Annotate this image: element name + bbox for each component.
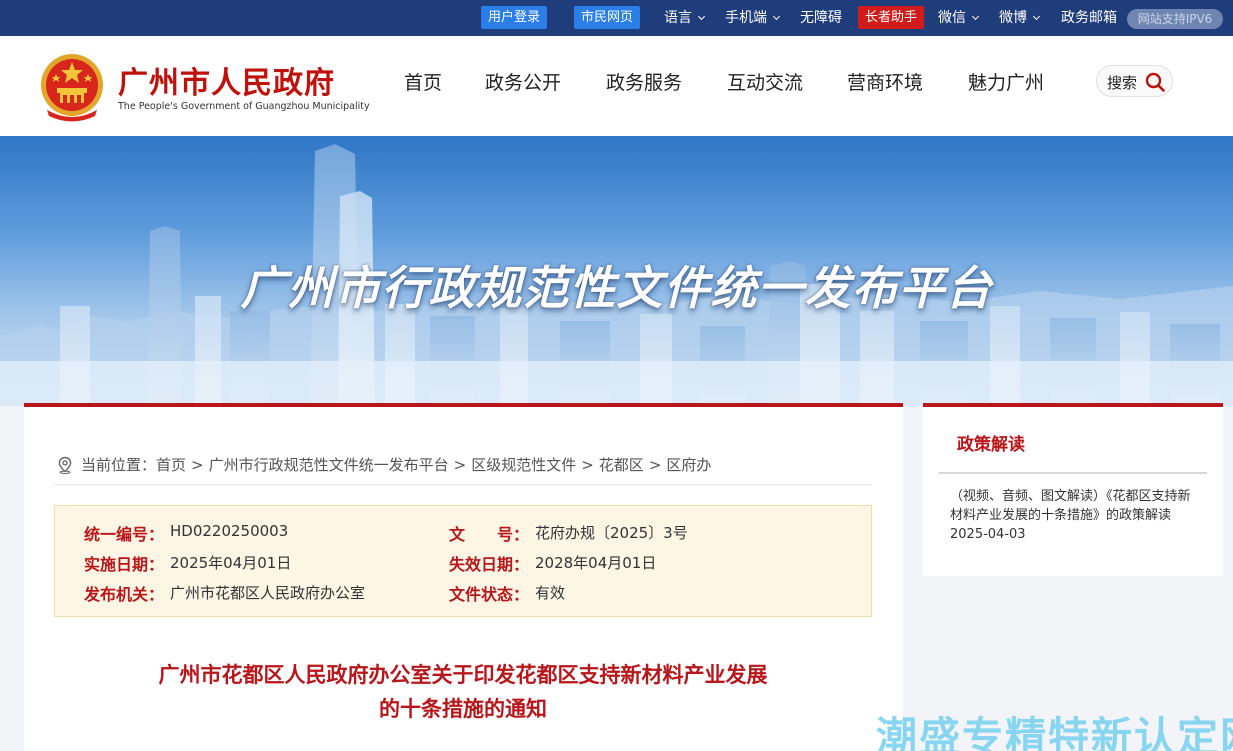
user-login-button[interactable]: 用户登录 bbox=[481, 6, 548, 29]
breadcrumb-divider bbox=[54, 484, 872, 485]
chevron-down-icon bbox=[971, 12, 980, 21]
wechat-label: 微信 bbox=[938, 10, 966, 26]
document-title-line1: 广州市花都区人民政府办公室关于印发花都区支持新材料产业发展 bbox=[158, 663, 768, 687]
meta-label-effective-date: 实施日期： bbox=[84, 555, 165, 574]
site-logo-title[interactable]: 广州市人民政府 bbox=[118, 58, 335, 102]
breadcrumb-item-home[interactable]: 首页 bbox=[156, 456, 186, 474]
meta-value-expiry-date: 2028年04月01日 bbox=[535, 554, 657, 572]
breadcrumb-separator: > bbox=[191, 456, 204, 474]
breadcrumb-prefix: 当前位置： bbox=[81, 456, 157, 474]
site-logo-subtitle: The People's Government of Guangzhou Mun… bbox=[118, 101, 370, 112]
policy-interpretation-link[interactable]: （视频、音频、图文解读）《花都区支持新材料产业发展的十条措施》的政策解读 202… bbox=[950, 487, 1200, 544]
meta-value-status: 有效 bbox=[535, 584, 566, 602]
elder-helper-button[interactable]: 长者助手 bbox=[858, 6, 925, 29]
wechat-menu[interactable]: 微信 bbox=[938, 0, 980, 36]
chevron-down-icon bbox=[1032, 12, 1041, 21]
banner-title: 广州市行政规范性文件统一发布平台 bbox=[240, 261, 993, 315]
breadcrumb-separator: > bbox=[648, 456, 662, 474]
gov-mail-link[interactable]: 政务邮箱 bbox=[1061, 0, 1117, 36]
citizen-page-button[interactable]: 市民网页 bbox=[574, 6, 641, 29]
nav-gov-services[interactable]: 政务服务 bbox=[606, 68, 682, 95]
meta-value-effective-date: 2025年04月01日 bbox=[170, 554, 292, 572]
mobile-label: 手机端 bbox=[725, 10, 767, 26]
meta-label-serial: 统一编号： bbox=[84, 525, 165, 544]
nav-charm-guangzhou[interactable]: 魅力广州 bbox=[968, 68, 1044, 95]
search-button[interactable]: 搜索 bbox=[1096, 65, 1173, 97]
mobile-menu[interactable]: 手机端 bbox=[725, 0, 781, 36]
meta-label-doc-number: 文 号： bbox=[449, 525, 530, 544]
breadcrumb-item-district-docs[interactable]: 区级规范性文件 bbox=[471, 456, 576, 474]
document-title-line2: 的十条措施的通知 bbox=[379, 697, 547, 721]
language-menu[interactable]: 语言 bbox=[664, 0, 706, 36]
breadcrumb-separator: > bbox=[453, 456, 467, 474]
weibo-label: 微博 bbox=[999, 10, 1027, 26]
chevron-down-icon bbox=[697, 12, 706, 21]
language-label: 语言 bbox=[664, 10, 692, 26]
search-icon bbox=[1145, 72, 1165, 92]
watermark-text: 潮盛专精特新认定网 bbox=[876, 713, 1233, 751]
breadcrumb-item-district-office[interactable]: 区府办 bbox=[666, 456, 711, 474]
breadcrumb: 当前位置：首页 > 广州市行政规范性文件统一发布平台 > 区级规范性文件 > 花都区 > 区府办 bbox=[81, 454, 711, 475]
sidebar-divider bbox=[939, 472, 1207, 474]
meta-value-serial: HD0220250003 bbox=[170, 522, 289, 540]
breadcrumb-item-huadu[interactable]: 花都区 bbox=[599, 456, 644, 474]
weibo-menu[interactable]: 微博 bbox=[999, 0, 1041, 36]
nav-interaction[interactable]: 互动交流 bbox=[727, 68, 803, 95]
meta-label-status: 文件状态： bbox=[449, 585, 530, 604]
search-label: 搜索 bbox=[1107, 74, 1138, 92]
national-emblem-icon[interactable] bbox=[39, 52, 105, 122]
meta-label-issuer: 发布机关： bbox=[84, 585, 165, 604]
accessibility-link[interactable]: 无障碍 bbox=[800, 0, 842, 36]
nav-gov-affairs-open[interactable]: 政务公开 bbox=[485, 68, 561, 95]
nav-business-env[interactable]: 营商环境 bbox=[847, 68, 923, 95]
nav-home[interactable]: 首页 bbox=[404, 68, 442, 95]
meta-value-issuer: 广州市花都区人民政府办公室 bbox=[170, 584, 366, 602]
ipv6-badge: 网站支持IPV6 bbox=[1127, 9, 1223, 29]
breadcrumb-separator: > bbox=[581, 456, 594, 474]
meta-label-expiry-date: 失效日期： bbox=[449, 555, 530, 574]
sidebar-title: 政策解读 bbox=[957, 435, 1025, 455]
chevron-down-icon bbox=[772, 12, 781, 21]
breadcrumb-item-platform[interactable]: 广州市行政规范性文件统一发布平台 bbox=[209, 456, 449, 474]
meta-value-doc-number: 花府办规〔2025〕3号 bbox=[535, 524, 688, 542]
location-pin-icon bbox=[58, 456, 72, 474]
